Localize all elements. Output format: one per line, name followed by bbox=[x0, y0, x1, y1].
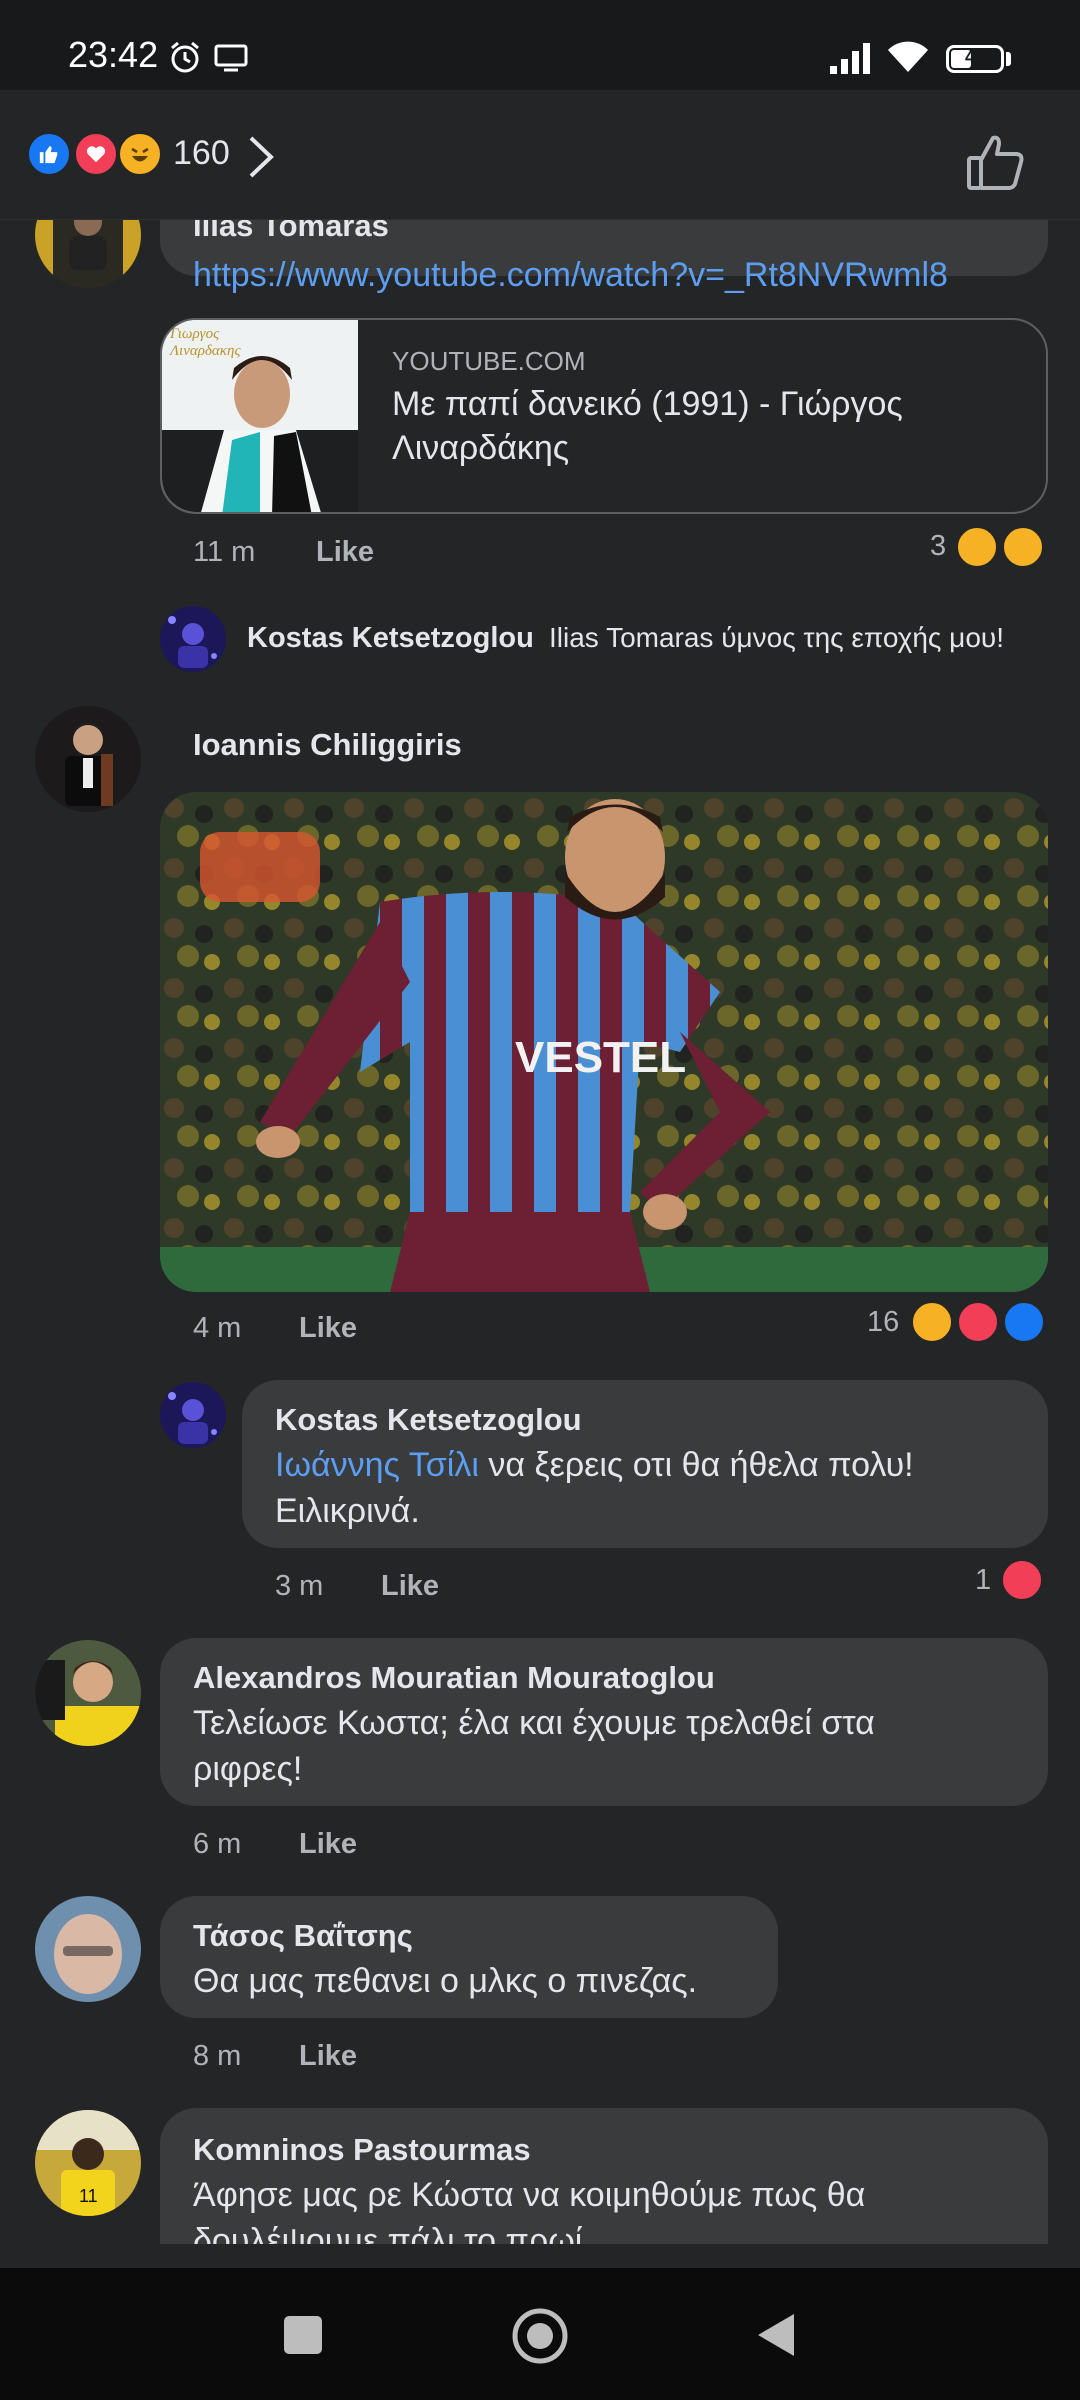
comment-link[interactable]: https://www.youtube.com/watch?v=_Rt8NVRw… bbox=[193, 252, 948, 298]
mention[interactable]: Ilias Tomaras bbox=[549, 622, 713, 653]
mention[interactable]: Ιωάννης Τσίλι bbox=[275, 1446, 479, 1484]
love-reaction-icon bbox=[1000, 1558, 1044, 1602]
comment-text-line: Τελείωσε Κωστα; έλα και έχουμε τρελαθεί … bbox=[193, 1704, 875, 1742]
alarm-icon bbox=[171, 41, 199, 73]
love-reaction-icon bbox=[74, 132, 118, 176]
avatar[interactable] bbox=[160, 1382, 226, 1448]
back-button[interactable] bbox=[756, 2312, 796, 2358]
comment-time: 8 m bbox=[193, 2040, 242, 2072]
comment-text: Άφησε μας ρε Κώστα να κοιμηθούμε πως θα … bbox=[193, 2172, 1033, 2244]
care-reaction-icon bbox=[955, 525, 999, 569]
comment-text-line: ριφρες! bbox=[193, 1750, 303, 1788]
avatar[interactable] bbox=[35, 1896, 141, 2002]
comment-text-line: να ξερεις οτι θα ήθελα πολυ! bbox=[478, 1446, 914, 1484]
haha-reaction-icon bbox=[910, 1300, 954, 1344]
avatar[interactable]: 11 bbox=[35, 2110, 141, 2216]
comment-text: Θα μας πεθανει ο μλκς ο πινεζας. bbox=[193, 1962, 698, 2000]
like-button[interactable]: Like bbox=[381, 1570, 439, 1603]
avatar[interactable] bbox=[35, 706, 141, 812]
comment-text: Ιωάννης Τσίλι να ξερεις οτι θα ήθελα πολ… bbox=[275, 1442, 1035, 1534]
status-time: 23:42 bbox=[68, 34, 159, 75]
comment-time: 3 m bbox=[275, 1570, 324, 1602]
reactions-header[interactable]: 160 bbox=[0, 90, 1080, 220]
comment-text: Τελείωσε Κωστα; έλα και έχουμε τρελαθεί … bbox=[193, 1700, 1033, 1792]
battery-icon: 41 bbox=[946, 45, 1004, 73]
comment-author[interactable]: Τάσος Βαΐτσης bbox=[193, 1918, 413, 1954]
battery-level: 41 bbox=[964, 47, 986, 67]
avatar[interactable] bbox=[35, 220, 141, 288]
comment-photo[interactable]: VESTEL bbox=[160, 792, 1048, 1292]
link-preview-card[interactable]: Γιωργος Λιναρδακης YOUTUBE.COM Με παπί δ… bbox=[160, 318, 1048, 514]
comment-text: Ilias Tomaras ύμνος της εποχής μου! bbox=[549, 622, 1004, 654]
comment-reaction-count: 1 bbox=[975, 1564, 992, 1596]
chevron-right-icon[interactable] bbox=[243, 132, 279, 182]
haha-reaction-icon bbox=[1001, 525, 1045, 569]
link-domain: YOUTUBE.COM bbox=[392, 346, 586, 376]
screen-cast-icon bbox=[214, 44, 248, 72]
love-reaction-icon bbox=[956, 1300, 1000, 1344]
comment-text-body: ύμνος της εποχής μου! bbox=[721, 622, 1004, 653]
like-button[interactable]: Like bbox=[299, 1312, 357, 1345]
thumbs-up-icon[interactable] bbox=[965, 132, 1027, 194]
comments-feed[interactable]: Ilias Tomaras https://www.youtube.com/wa… bbox=[0, 220, 1080, 2244]
comment-author[interactable]: Kostas Ketsetzoglou bbox=[247, 622, 534, 655]
like-button[interactable]: Like bbox=[316, 536, 374, 569]
reaction-count: 160 bbox=[173, 134, 230, 172]
like-button[interactable]: Like bbox=[299, 1828, 357, 1861]
status-bar: 23:42 41 bbox=[0, 0, 1080, 90]
svg-text:11: 11 bbox=[79, 2186, 98, 2206]
like-reaction-icon bbox=[1002, 1300, 1046, 1344]
system-nav-bar bbox=[0, 2268, 1080, 2400]
comment-time: 4 m bbox=[193, 1312, 242, 1344]
avatar[interactable] bbox=[160, 606, 226, 672]
haha-reaction-icon bbox=[118, 132, 162, 176]
comment-reaction-count: 3 bbox=[930, 530, 947, 562]
jersey-sponsor: VESTEL bbox=[515, 1033, 686, 1082]
comment-author[interactable]: Ioannis Chiliggiris bbox=[193, 727, 462, 763]
comment-text-line: Ειλικρινά. bbox=[275, 1492, 420, 1530]
wifi-icon bbox=[888, 41, 928, 72]
comment-text-line: δουλέψουμε πάλι το πρωί . . . bbox=[193, 2222, 640, 2244]
signal-icon bbox=[830, 43, 870, 74]
home-button[interactable] bbox=[510, 2306, 570, 2366]
thumbnail-text: Γιωργος Λιναρδακης bbox=[170, 326, 241, 359]
comment-author[interactable]: Alexandros Mouratian Mouratoglou bbox=[193, 1660, 715, 1696]
like-button[interactable]: Like bbox=[299, 2040, 357, 2073]
comment-time: 6 m bbox=[193, 1828, 242, 1860]
like-reaction-icon bbox=[27, 132, 71, 176]
comment-reaction-count: 16 bbox=[867, 1306, 900, 1338]
comment-author[interactable]: Ilias Tomaras bbox=[193, 220, 389, 244]
link-preview-thumbnail: Γιωργος Λιναρδακης bbox=[162, 320, 358, 512]
comment-author[interactable]: Kostas Ketsetzoglou bbox=[275, 1402, 582, 1438]
avatar[interactable] bbox=[35, 1640, 141, 1746]
comment-text-line: Άφησε μας ρε Κώστα να κοιμηθούμε πως θα bbox=[193, 2176, 866, 2214]
comment-time: 11 m bbox=[193, 536, 256, 568]
link-title: Με παπί δανεικό (1991) - Γιώργος Λιναρδά… bbox=[392, 385, 903, 467]
recent-apps-button[interactable] bbox=[284, 2316, 322, 2354]
comment-author[interactable]: Komninos Pastourmas bbox=[193, 2132, 531, 2168]
